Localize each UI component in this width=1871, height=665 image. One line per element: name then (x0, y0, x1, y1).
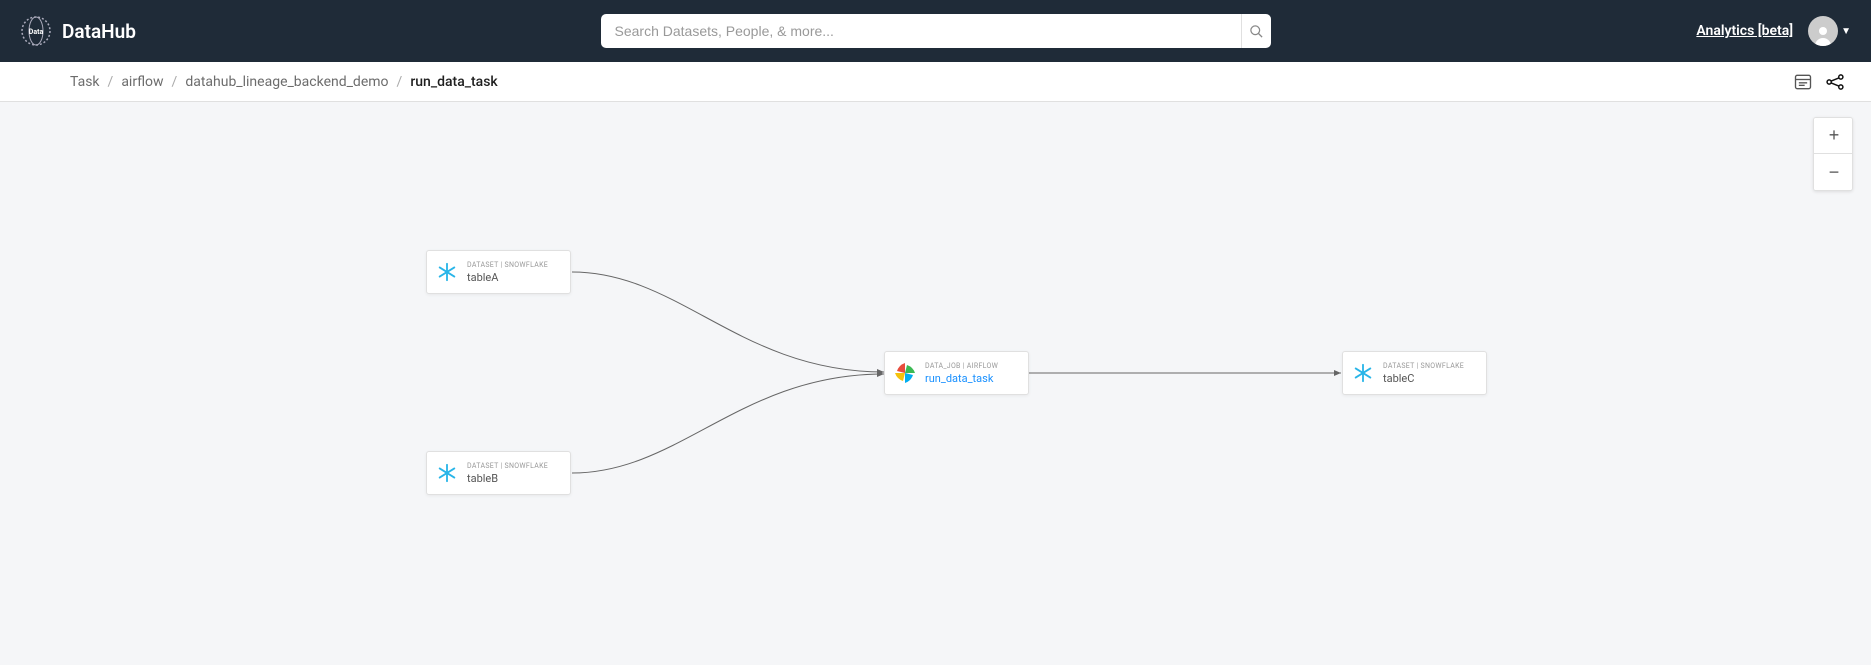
breadcrumb-item-airflow[interactable]: airflow (121, 74, 163, 90)
node-type-label: DATASET | SNOWFLAKE (467, 462, 548, 470)
analytics-link[interactable]: Analytics [beta] (1696, 23, 1793, 39)
search-bar (601, 14, 1271, 48)
node-type-label: DATA_JOB | AIRFLOW (925, 362, 998, 370)
breadcrumb-item-demo[interactable]: datahub_lineage_backend_demo (185, 74, 388, 90)
subheader: Task / airflow / datahub_lineage_backend… (0, 62, 1871, 102)
zoom-in-button[interactable]: + (1814, 118, 1853, 154)
search-input[interactable] (601, 23, 1241, 39)
avatar-icon (1808, 16, 1838, 46)
node-tableB[interactable]: DATASET | SNOWFLAKE tableB (426, 451, 571, 495)
zoom-controls: + − (1813, 117, 1853, 191)
caret-down-icon: ▼ (1841, 26, 1851, 37)
node-type-label: DATASET | SNOWFLAKE (467, 261, 548, 269)
node-run-data-task[interactable]: DATA_JOB | AIRFLOW run_data_task (884, 351, 1029, 395)
snowflake-icon (435, 260, 459, 284)
breadcrumb: Task / airflow / datahub_lineage_backend… (70, 74, 498, 90)
user-menu[interactable]: ▼ (1808, 16, 1851, 46)
datahub-logo-icon: Data (20, 15, 52, 47)
node-name-label: tableC (1383, 372, 1464, 385)
breadcrumb-sep: / (172, 74, 178, 90)
breadcrumb-sep: / (108, 74, 114, 90)
svg-text:Data: Data (29, 28, 44, 36)
breadcrumb-item-current: run_data_task (410, 74, 497, 90)
detail-view-icon[interactable] (1792, 71, 1814, 93)
node-tableA[interactable]: DATASET | SNOWFLAKE tableA (426, 250, 571, 294)
breadcrumb-sep: / (397, 74, 403, 90)
header-right: Analytics [beta] ▼ (1696, 16, 1851, 46)
node-tableC[interactable]: DATASET | SNOWFLAKE tableC (1342, 351, 1487, 395)
node-name-label: tableA (467, 271, 548, 284)
node-name-label: tableB (467, 472, 548, 485)
app-header: Data DataHub Analytics [beta] ▼ (0, 0, 1871, 62)
edge-tableB-to-task (572, 374, 884, 473)
snowflake-icon (1351, 361, 1375, 385)
zoom-out-button[interactable]: − (1814, 154, 1853, 190)
lineage-view-icon[interactable] (1824, 71, 1846, 93)
logo[interactable]: Data DataHub (20, 15, 136, 47)
node-name-label[interactable]: run_data_task (925, 372, 998, 385)
airflow-icon (893, 361, 917, 385)
snowflake-icon (435, 461, 459, 485)
search-icon (1249, 24, 1264, 39)
search-button[interactable] (1241, 14, 1271, 48)
node-type-label: DATASET | SNOWFLAKE (1383, 362, 1464, 370)
brand-name: DataHub (62, 20, 136, 43)
lineage-canvas[interactable]: + − DATASET | SNOWFLAKE tableA DATASET |… (0, 102, 1871, 665)
view-controls (1792, 71, 1846, 93)
breadcrumb-item-task[interactable]: Task (70, 74, 100, 90)
edge-tableA-to-task (572, 272, 884, 372)
